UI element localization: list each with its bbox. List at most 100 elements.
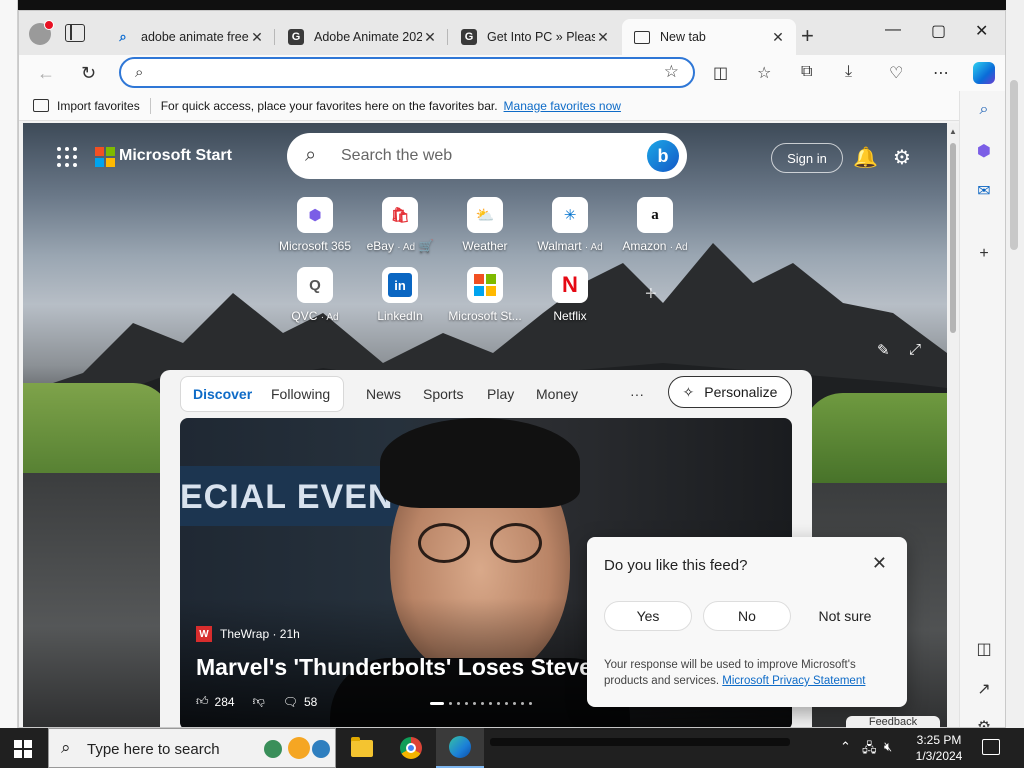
tab-following[interactable]: Following: [271, 386, 330, 402]
popup-note: Your response will be used to improve Mi…: [604, 657, 894, 689]
tab-sports[interactable]: Sports: [423, 386, 463, 402]
windows-start-icon[interactable]: [14, 740, 32, 758]
quick-link-netflix[interactable]: N Netflix: [525, 267, 615, 323]
scrollbar-thumb[interactable]: [950, 143, 956, 333]
taskbar-edge[interactable]: [436, 728, 484, 768]
comment-count: 58: [304, 694, 318, 709]
tab-actions-icon[interactable]: [65, 24, 85, 42]
scroll-up-arrow-icon[interactable]: ▲: [949, 127, 957, 136]
close-tab-icon[interactable]: ✕: [770, 29, 786, 46]
close-window-icon[interactable]: ✕: [975, 21, 988, 41]
web-search-input[interactable]: [341, 145, 631, 167]
quick-link-ebay[interactable]: 🛍 eBay · Ad 🛒: [355, 197, 445, 253]
tray-chevron-up-icon[interactable]: ⌃: [840, 739, 851, 755]
notifications-icon[interactable]: [982, 739, 1000, 755]
not-sure-button[interactable]: Not sure: [801, 601, 889, 631]
collections-icon[interactable]: ⧉: [801, 63, 812, 81]
more-tabs-button[interactable]: ···: [630, 386, 644, 402]
bing-chat-icon[interactable]: b: [647, 140, 679, 172]
manage-favorites-link[interactable]: Manage favorites now: [504, 99, 621, 113]
quick-link-qvc[interactable]: Q QVC · Ad: [270, 267, 360, 323]
yes-button[interactable]: Yes: [604, 601, 692, 631]
refresh-icon[interactable]: ↻: [81, 63, 96, 84]
taskbar-search[interactable]: ⌕: [48, 728, 336, 768]
notifications-bell-icon[interactable]: 🔔: [853, 145, 878, 170]
comment-icon[interactable]: 🗨︎: [283, 695, 298, 709]
app-launcher-icon[interactable]: [57, 147, 77, 167]
quick-link-microsoft-365[interactable]: ⬢ Microsoft 365: [270, 197, 360, 253]
add-sidebar-app-icon[interactable]: +: [974, 245, 994, 263]
favorite-star-icon[interactable]: ☆: [664, 62, 679, 82]
tab-adobe-search[interactable]: ⌕ adobe animate free ✕: [103, 19, 275, 55]
dislike-icon[interactable]: 👎︎: [253, 694, 265, 709]
split-screen-icon[interactable]: ◫: [713, 63, 728, 83]
maximize-icon[interactable]: ▢: [931, 21, 946, 41]
sign-in-button[interactable]: Sign in: [771, 143, 843, 173]
privacy-statement-link[interactable]: Microsoft Privacy Statement: [722, 675, 865, 687]
tab-money[interactable]: Money: [536, 386, 578, 402]
quick-link-label: Netflix: [553, 309, 587, 323]
minimize-icon[interactable]: —: [885, 21, 901, 39]
address-bar[interactable]: ⌕ ☆: [119, 57, 695, 88]
article-headline[interactable]: Marvel's 'Thunderbolts' Loses Steven: [196, 654, 606, 681]
new-tab-plus-icon[interactable]: +: [801, 23, 814, 49]
sand-left: [23, 473, 173, 727]
no-button[interactable]: No: [703, 601, 791, 631]
quick-link-label: Weather: [462, 239, 508, 253]
volume-muted-icon[interactable]: 🔇︎: [884, 739, 892, 755]
tab-title: Get Into PC » Please...: [487, 30, 595, 44]
network-icon[interactable]: 🖧: [862, 739, 877, 761]
back-arrow-icon[interactable]: ←: [37, 63, 55, 84]
carousel-dots[interactable]: [430, 702, 537, 705]
expand-icon[interactable]: ⤢: [909, 341, 921, 358]
walmart-spark-icon: ✳: [552, 197, 588, 233]
add-quick-link-icon[interactable]: +: [645, 283, 657, 306]
settings-gear-icon[interactable]: ⚙: [974, 717, 994, 727]
outlook-icon[interactable]: ✉: [974, 181, 994, 201]
external-link-icon[interactable]: ↗: [974, 679, 994, 699]
taskbar-file-explorer[interactable]: [338, 728, 386, 768]
web-search-box[interactable]: ⌕ b: [287, 133, 687, 179]
tab-adobe-animate[interactable]: G Adobe Animate 202... ✕: [276, 19, 448, 55]
profile-avatar[interactable]: [29, 20, 54, 45]
quick-link-microsoft-store[interactable]: Microsoft St...: [440, 267, 530, 323]
quick-link-amazon[interactable]: a Amazon · Ad: [610, 197, 700, 253]
shopping-cart-icon: 🛒: [418, 239, 434, 253]
import-favorites-button[interactable]: Import favorites: [57, 99, 140, 113]
system-clock[interactable]: 3:25 PM 1/3/2024: [908, 732, 970, 764]
close-tab-icon[interactable]: ✕: [422, 29, 438, 46]
personalize-button[interactable]: ✧ Personalize: [668, 376, 792, 408]
close-tab-icon[interactable]: ✕: [249, 29, 265, 46]
search-highlight-icon[interactable]: [261, 735, 331, 761]
quick-link-walmart[interactable]: ✳ Walmart · Ad: [525, 197, 615, 253]
tab-play[interactable]: Play: [487, 386, 514, 402]
like-icon[interactable]: 👍︎: [196, 694, 209, 709]
desktop-right-strip: [1006, 0, 1024, 728]
copilot-icon[interactable]: [973, 62, 995, 84]
quick-link-label: Walmart: [537, 239, 582, 253]
taskbar-chrome[interactable]: [387, 728, 435, 768]
close-tab-icon[interactable]: ✕: [595, 29, 611, 46]
quick-link-linkedin[interactable]: in LinkedIn: [355, 267, 445, 323]
browser-essentials-icon[interactable]: ♡: [889, 63, 903, 83]
favorites-icon[interactable]: ☆: [757, 63, 771, 83]
address-input[interactable]: [159, 62, 649, 84]
favorites-bar: Import favorites For quick access, place…: [19, 91, 959, 121]
tab-new-tab[interactable]: New tab ✕: [622, 19, 796, 55]
edit-background-icon[interactable]: ✎: [877, 341, 890, 359]
search-icon[interactable]: ⌕: [974, 101, 994, 119]
quick-link-weather[interactable]: ⛅ Weather: [440, 197, 530, 253]
taskbar-search-input[interactable]: [87, 739, 267, 759]
microsoft-365-icon[interactable]: ⬢: [974, 141, 994, 161]
tab-news[interactable]: News: [366, 386, 401, 402]
quick-link-label: Microsoft St...: [448, 309, 522, 323]
more-menu-icon[interactable]: ⋯: [933, 63, 949, 83]
downloads-icon[interactable]: ⤓: [845, 63, 852, 81]
page-settings-gear-icon[interactable]: ⚙: [893, 145, 911, 170]
brand-title[interactable]: Microsoft Start: [119, 147, 232, 165]
tab-discover[interactable]: Discover: [193, 386, 252, 402]
tab-get-into-pc[interactable]: G Get Into PC » Please... ✕: [449, 19, 621, 55]
sidebar-toggle-icon[interactable]: ◫: [974, 639, 994, 659]
close-popup-icon[interactable]: ✕: [872, 553, 887, 574]
page-scrollbar[interactable]: ▲: [947, 123, 959, 727]
